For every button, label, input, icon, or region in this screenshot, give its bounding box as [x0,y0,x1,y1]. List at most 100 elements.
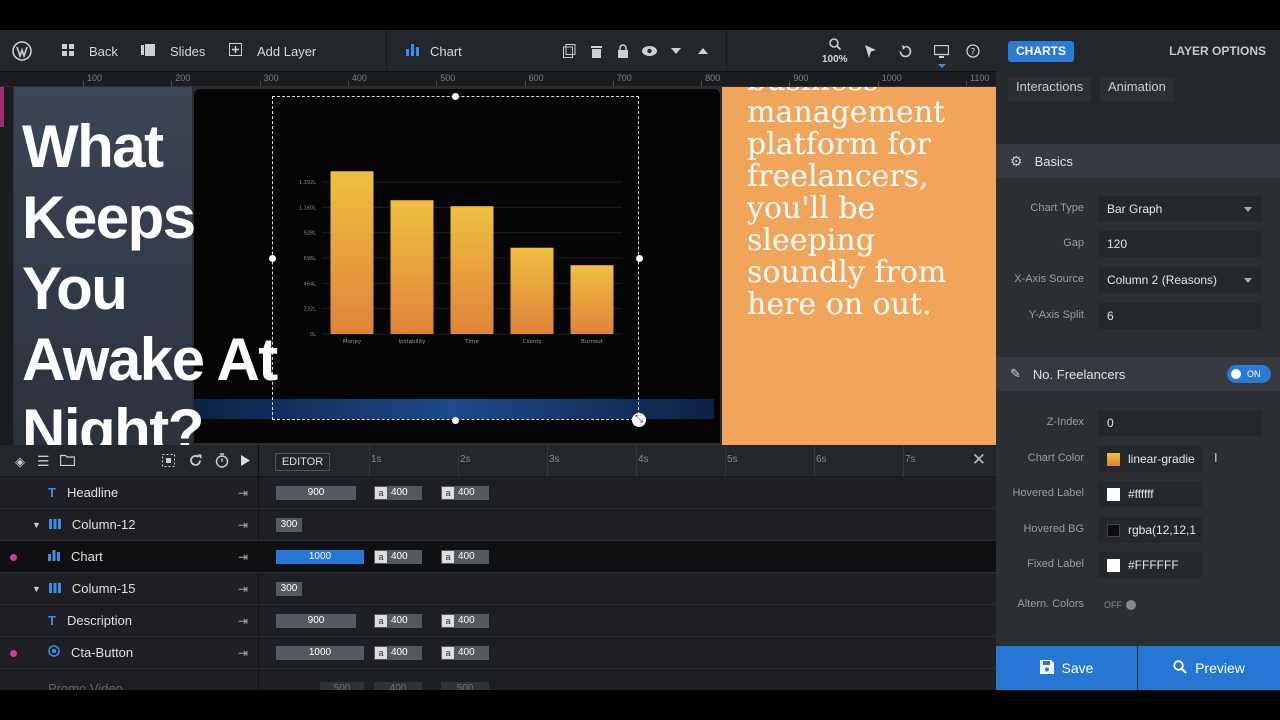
duration-bar[interactable]: 500 [320,682,364,690]
z-index-label: Z-Index [1046,416,1084,428]
basics-title: Basics [1034,153,1073,169]
altern-colors-toggle[interactable]: OFF [1104,598,1144,612]
list-icon[interactable]: ☰ [37,453,50,470]
wordpress-logo-icon[interactable] [12,30,32,72]
out-animation-tag[interactable]: a 400 [441,646,489,660]
select-area-icon[interactable] [162,454,175,470]
basics-section-header[interactable]: ⚙ Basics [996,144,1280,178]
align-right-icon[interactable]: ⇥ [238,486,248,500]
fixed-label-picker[interactable]: #FFFFFF [1098,552,1202,578]
add-layer-icon [229,43,242,59]
move-down-icon[interactable] [671,30,681,72]
editor-tab[interactable]: EDITOR [275,453,330,471]
layer-row-promo-video[interactable]: Promo Video 500 400 500 [0,669,996,690]
align-right-icon[interactable]: ⇥ [238,582,248,596]
layer-options-title[interactable]: LAYER OPTIONS [1169,44,1266,58]
duplicate-icon[interactable] [563,30,576,72]
headline-text[interactable]: What Keeps You Awake At Night? [22,111,282,445]
device-caret-icon [938,64,946,68]
tab-animation[interactable]: Animation [1100,78,1174,102]
out-animation-tag[interactable]: a 400 [441,614,489,628]
duration-bar[interactable]: 1000 [276,550,364,564]
duration-bar[interactable]: 900 [276,614,356,628]
align-right-icon[interactable]: ⇥ [238,646,248,660]
out-value: 400 [458,487,475,498]
chart-type-select[interactable]: Bar Graph [1098,196,1262,222]
out-animation-tag[interactable]: a 400 [441,550,489,564]
column-15[interactable]: business management platform for freelan… [722,87,996,445]
collapse-triangle-icon[interactable]: ▼ [32,584,41,594]
chart-color-picker[interactable]: linear-gradie [1098,446,1202,472]
folder-icon[interactable] [59,454,76,469]
move-up-icon[interactable] [698,30,708,72]
trash-icon[interactable] [591,30,602,72]
gap-input[interactable]: 120 [1098,231,1262,257]
timeline-tick: 6s [816,454,827,465]
in-animation-tag[interactable]: a 400 [374,614,422,628]
slides-button[interactable]: Slides [141,30,205,72]
duration-bar[interactable]: 1000 [276,646,364,660]
brush-icon: ✎ [1010,366,1021,381]
eye-icon[interactable] [642,30,657,72]
add-layer-button[interactable]: Add Layer [229,30,316,72]
duration-bar[interactable]: 900 [276,486,356,500]
resize-handle[interactable] [636,255,643,262]
z-index-input[interactable]: 0 [1098,410,1262,436]
preview-button[interactable]: Preview [1138,646,1280,690]
layer-row-chart[interactable]: Chart ⇥ 1000 a 400 a 400 [0,541,996,573]
align-right-icon[interactable]: ⇥ [238,614,248,628]
chart-color-row: Chart Color linear-gradie I [996,446,1280,472]
series-section-header[interactable]: ✎ No. Freelancers ON [996,357,1280,391]
in-animation-tag[interactable]: a 400 [374,486,422,500]
ruler-mark: 900 [793,73,809,83]
layer-type-selector[interactable]: Chart [406,30,462,72]
in-animation-tag[interactable]: a 400 [374,550,422,564]
zoom-control[interactable]: 100% [822,30,848,72]
lock-icon[interactable] [617,30,629,72]
slide-canvas[interactable]: business management platform for freelan… [14,87,996,445]
reload-icon[interactable] [189,454,202,470]
stopwatch-icon[interactable] [215,453,229,471]
series-toggle[interactable]: ON [1227,365,1271,383]
chart-color-label: Chart Color [1027,452,1084,464]
layer-row-description[interactable]: T Description ⇥ 900 a 400 a 400 [0,605,996,637]
y-axis-split-input[interactable]: 6 [1098,303,1262,329]
help-icon[interactable]: ? [966,30,980,72]
layer-row-column-12[interactable]: ▼ Column-12 ⇥ 300 [0,509,996,541]
save-button[interactable]: Save [996,646,1137,690]
hovered-label-picker[interactable]: #ffffff [1098,481,1202,507]
undo-icon[interactable] [899,30,912,72]
duration-bar[interactable]: 300 [276,518,302,532]
close-icon[interactable]: ✕ [972,450,986,470]
out-value[interactable]: 500 [441,682,489,690]
charts-badge[interactable]: CHARTS [1008,41,1074,62]
gap-label: Gap [1063,237,1084,249]
color-swatch [1107,559,1120,572]
in-animation-tag[interactable]: a 400 [374,646,422,660]
x-axis-source-value: Column 2 (Reasons) [1107,273,1218,287]
layer-row-column-15[interactable]: ▼ Column-15 ⇥ 300 [0,573,996,605]
align-right-icon[interactable]: ⇥ [238,550,248,564]
tab-interactions[interactable]: Interactions [1008,78,1092,102]
align-right-icon[interactable]: ⇥ [238,518,248,532]
selection-box [272,96,639,420]
collapse-triangle-icon[interactable]: ▼ [32,520,41,530]
x-axis-source-select[interactable]: Column 2 (Reasons) [1098,267,1262,293]
in-value[interactable]: 400 [374,682,422,690]
text-icon: T [48,485,56,500]
out-animation-tag[interactable]: a 400 [441,486,489,500]
duration-bar[interactable]: 300 [276,582,302,596]
description-text[interactable]: business management platform for freelan… [747,87,987,321]
ruler-mark: 600 [528,73,544,83]
pointer-icon[interactable] [865,30,876,72]
hovered-bg-picker[interactable]: rgba(12,12,1 [1098,517,1202,543]
layers-icon[interactable]: ◈ [15,454,25,470]
resize-handle[interactable] [452,417,459,424]
back-button[interactable]: Back [62,30,118,72]
layer-row-headline[interactable]: T Headline ⇥ 900 a 400 a 400 [0,477,996,509]
layer-row-cta-button[interactable]: Cta-Button ⇥ 1000 a 400 a 400 [0,637,996,669]
slides-label: Slides [170,43,206,59]
rotate-handle-icon[interactable]: ⤡ [632,413,646,427]
play-icon[interactable] [241,455,250,469]
resize-handle[interactable] [452,93,459,100]
